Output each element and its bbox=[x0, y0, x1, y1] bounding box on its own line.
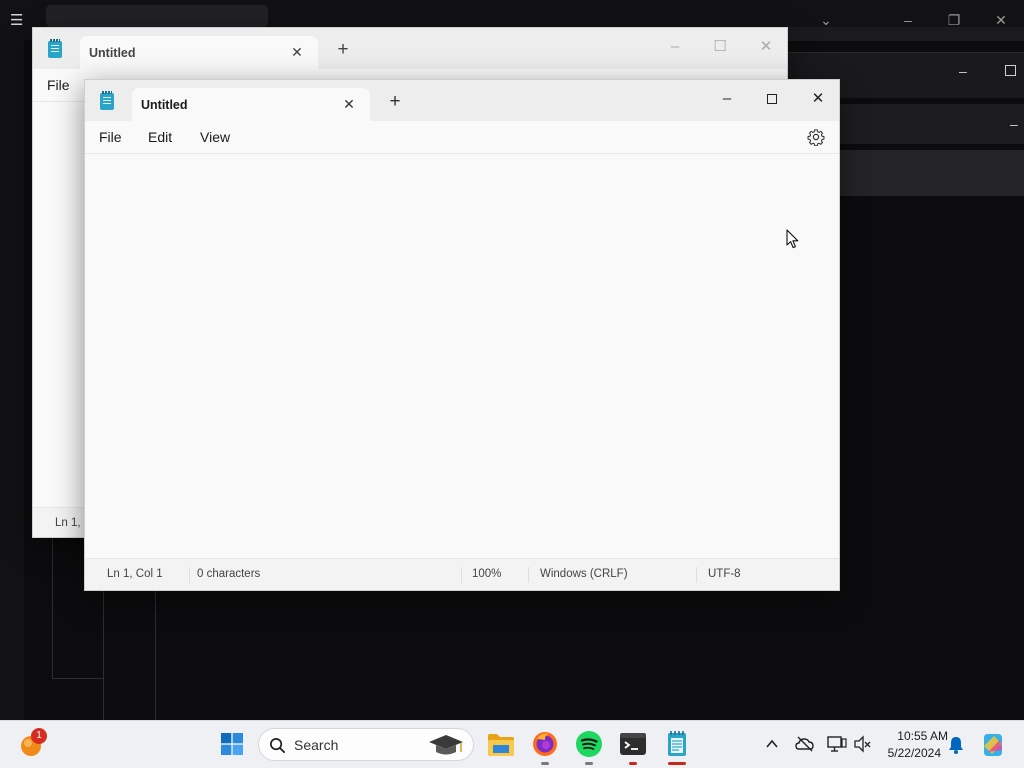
status-bar: Ln 1, Col 1 0 characters 100% Windows (C… bbox=[85, 558, 839, 590]
background-menu-icon[interactable]: ☰ bbox=[10, 12, 23, 30]
background-divider bbox=[103, 591, 104, 720]
background-minimize-icon[interactable]: – bbox=[1010, 116, 1018, 132]
tab-title: Untitled bbox=[141, 98, 188, 112]
status-divider bbox=[461, 567, 462, 583]
menu-edit[interactable]: Edit bbox=[148, 129, 172, 145]
terminal-icon[interactable] bbox=[619, 731, 647, 757]
minimize-button[interactable]: – bbox=[704, 84, 750, 114]
running-indicator-active bbox=[668, 762, 686, 765]
title-bar[interactable]: Untitled ✕ + – ☐ ✕ bbox=[33, 28, 787, 70]
status-encoding[interactable]: UTF-8 bbox=[708, 568, 741, 580]
minimize-button[interactable]: – bbox=[652, 32, 698, 62]
copilot-icon[interactable] bbox=[980, 732, 1006, 758]
running-indicator bbox=[629, 762, 637, 765]
status-position: Ln 1, Col 1 bbox=[107, 568, 163, 580]
notepad-icon bbox=[48, 39, 62, 58]
menu-file[interactable]: File bbox=[47, 77, 70, 93]
status-zoom[interactable]: 100% bbox=[472, 568, 501, 580]
background-panel bbox=[787, 27, 1024, 41]
notepad-icon[interactable] bbox=[664, 730, 690, 758]
firefox-icon[interactable] bbox=[531, 730, 559, 758]
new-tab-button[interactable]: + bbox=[332, 39, 354, 61]
tab-title: Untitled bbox=[89, 46, 136, 60]
status-line-ending[interactable]: Windows (CRLF) bbox=[540, 568, 628, 580]
background-panel bbox=[840, 150, 1024, 196]
menu-view[interactable]: View bbox=[200, 129, 230, 145]
new-tab-button[interactable]: + bbox=[384, 91, 406, 113]
volume-muted-icon[interactable] bbox=[853, 735, 871, 753]
maximize-button[interactable] bbox=[749, 84, 795, 114]
search-icon bbox=[270, 738, 286, 754]
background-sidebar bbox=[0, 40, 24, 720]
status-divider bbox=[696, 567, 697, 583]
title-bar[interactable]: Untitled ✕ + – ✕ bbox=[85, 80, 839, 122]
taskbar-search-box[interactable]: Search bbox=[258, 728, 474, 761]
status-divider bbox=[189, 567, 190, 583]
tab-untitled[interactable]: Untitled ✕ bbox=[132, 88, 370, 122]
background-divider bbox=[52, 678, 104, 679]
settings-gear-icon[interactable] bbox=[807, 128, 825, 146]
menu-bar: File Edit View bbox=[85, 121, 839, 154]
running-indicator bbox=[585, 762, 593, 765]
close-button[interactable]: ✕ bbox=[795, 84, 839, 114]
background-maximize-icon[interactable] bbox=[1005, 65, 1016, 76]
onedrive-offline-icon[interactable] bbox=[795, 736, 815, 752]
tab-untitled[interactable]: Untitled ✕ bbox=[80, 36, 318, 70]
close-button[interactable]: ✕ bbox=[743, 32, 787, 62]
background-minimize-icon[interactable]: – bbox=[959, 63, 967, 79]
running-indicator bbox=[541, 762, 549, 765]
status-characters: 0 characters bbox=[197, 568, 261, 580]
notepad-icon bbox=[100, 91, 114, 110]
close-tab-icon[interactable]: ✕ bbox=[288, 43, 306, 61]
graduation-cap-icon bbox=[429, 735, 463, 755]
background-tab[interactable] bbox=[46, 5, 268, 27]
clock-date[interactable]: 5/22/2024 bbox=[878, 746, 941, 760]
file-explorer-icon[interactable] bbox=[487, 732, 515, 757]
close-tab-icon[interactable]: ✕ bbox=[340, 95, 358, 113]
background-divider bbox=[52, 538, 53, 678]
chevron-up-icon[interactable] bbox=[765, 737, 779, 751]
text-editor[interactable] bbox=[85, 154, 839, 559]
status-divider bbox=[528, 567, 529, 583]
start-icon[interactable] bbox=[220, 732, 244, 756]
mouse-cursor-icon bbox=[786, 229, 799, 249]
background-panel: – bbox=[840, 104, 1024, 144]
menu-file[interactable]: File bbox=[99, 129, 122, 145]
maximize-button[interactable]: ☐ bbox=[697, 32, 743, 62]
clock-time[interactable]: 10:55 AM bbox=[878, 729, 948, 743]
maximize-icon bbox=[767, 94, 777, 105]
background-divider bbox=[155, 591, 156, 720]
search-label: Search bbox=[294, 737, 339, 753]
spotify-icon[interactable] bbox=[575, 730, 603, 758]
display-icon[interactable] bbox=[827, 735, 847, 753]
notification-bell-icon[interactable] bbox=[948, 736, 964, 754]
taskbar: 1 Search 10:55 AM 5/22/2024 bbox=[0, 720, 1024, 768]
notification-badge: 1 bbox=[31, 728, 47, 744]
notepad-window[interactable]: Untitled ✕ + – ✕ File Edit View Ln 1, Co… bbox=[84, 79, 840, 591]
